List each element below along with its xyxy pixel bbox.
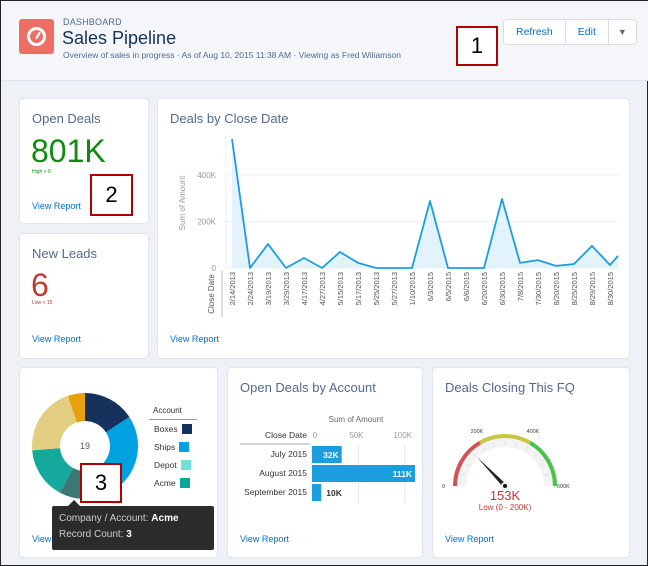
callout-1: 1 [456,26,498,66]
open-deals-by-account-card: Open Deals by Account Sum of Amount Close… [227,367,423,558]
category-label: September 2015 [244,487,307,497]
x-tick-label: 7/30/2015 [534,272,543,305]
legend-swatch [179,478,190,488]
deals-closing-card: Deals Closing This FQ 0 200K 400K 600K 153K… [432,367,630,558]
y-tick-label: 0 [212,264,217,273]
donut-center-total: 19 [80,441,90,451]
open-deals-view-report-link[interactable]: View Report [32,201,81,211]
x-tick-label: 5/27/2013 [390,272,399,305]
new-leads-value: 6 [31,267,49,303]
legend-divider [149,419,197,420]
x-tick-label: 8/29/2015 [588,272,597,305]
header-subtitle: Overview of sales in progress · As of Au… [63,50,401,60]
tooltip-value-count: 3 [126,529,132,540]
legend-label: Boxes [154,424,178,434]
bar-value-label: 111K [393,469,413,479]
x-axis-title: Sum of Amount [329,415,384,424]
more-actions-dropdown[interactable]: ▼ [609,20,636,44]
legend-item-depot[interactable]: Depot [154,460,191,470]
deals-by-close-date-card: Deals by Close Date 0 200K 400K Sum of Amou… [157,98,630,359]
y-tick-label: 200K [197,218,216,227]
legend-label: Acme [154,478,176,488]
gauge-needle [477,457,507,488]
x-tick-label: 5/17/2013 [354,272,363,305]
x-axis-title: Close Date [207,274,216,314]
tooltip-value-account: Acme [151,513,179,524]
x-tick-label: 8/25/2015 [570,272,579,305]
legend-item-ships[interactable]: Ships [154,442,190,452]
donut-tooltip: Company / Account: Acme Record Count: 3 [52,500,214,550]
x-tick-label: 8/30/2015 [606,272,615,305]
new-leads-view-report-link[interactable]: View Report [32,334,81,344]
dashboard-header: DASHBOARD Sales Pipeline Overview of sal… [1,1,648,81]
header-kicker: DASHBOARD [63,17,122,27]
donut-slice-segment-5 [32,395,77,451]
gauge-tick-label: 200K [471,429,484,435]
gauge-value: 153K [489,488,521,503]
bar-value-label: 32K [323,450,339,460]
x-tick-label: 1/10/2015 [408,272,417,305]
open-deals-by-account-view-report-link[interactable]: View Report [240,534,289,544]
dashboard-app-icon [19,19,54,54]
header-button-group: Refresh Edit ▼ [503,19,637,45]
category-label: August 2015 [259,468,307,478]
x-tick-label: 2/24/2013 [246,272,255,305]
new-leads-title: New Leads [32,246,98,261]
x-tick-label: 100K [393,431,412,440]
x-tick-label: 4/27/2013 [318,272,327,305]
x-tick-label: 6/30/2015 [498,272,507,305]
x-tick-label: 8/20/2015 [552,272,561,305]
x-tick-label: 50K [349,431,364,440]
x-tick-label: 6/20/2015 [480,272,489,305]
x-tick-label: 5/15/2013 [336,272,345,305]
edit-button[interactable]: Edit [566,20,609,44]
donut-legend-title: Account [153,406,182,415]
line-chart: 0 200K 400K Sum of Amount Close Date 2/14/201… [178,137,620,317]
x-tick-label: 3/29/2013 [282,272,291,305]
legend-swatch [181,424,192,434]
callout-2: 2 [90,174,133,216]
open-deals-value: 801K [31,133,106,169]
y-tick-label: 400K [197,171,216,180]
x-tick-label: 2/14/2013 [228,272,237,305]
deals-closing-view-report-link[interactable]: View Report [445,534,494,544]
y-axis-title: Sum of Amount [178,175,187,230]
category-label: July 2015 [271,449,308,459]
new-leads-threshold: Low < 15 [32,300,53,306]
refresh-button[interactable]: Refresh [504,20,566,44]
deals-closing-title: Deals Closing This FQ [445,380,575,395]
open-deals-title: Open Deals [32,111,101,126]
x-tick-label: 6/6/2015 [462,272,471,301]
legend-label: Ships [154,442,176,452]
x-tick-label: 4/17/2013 [300,272,309,305]
legend-label: Depot [154,460,177,470]
chevron-down-icon: ▼ [617,27,627,37]
x-tick-label: 6/3/2015 [426,272,435,301]
x-tick-label: 3/19/2013 [264,272,273,305]
bar [312,484,322,501]
legend-item-acme[interactable]: Acme [154,478,190,488]
bar-chart: Sum of Amount Close Date 0 50K 100K July 2015… [240,415,415,503]
gauge-band-label: Low (0 - 200K) [478,503,532,512]
y-axis-title: Close Date [265,430,307,440]
legend-swatch [180,460,191,470]
bar-value-label: 10K [326,488,342,498]
x-tick-label: 5/25/2013 [372,272,381,305]
legend-swatch [179,442,190,452]
gauge-icon [27,27,46,46]
open-deals-threshold: High > 0 [32,169,51,175]
tooltip-label-count: Record Count: [59,529,124,540]
x-tick-label: 7/8/2015 [516,272,525,301]
new-leads-card: New Leads 6 Low < 15 View Report [19,233,149,359]
area-fill [232,138,618,268]
x-tick-label: 6/5/2015 [444,272,453,301]
callout-3: 3 [80,463,122,503]
deals-by-close-date-view-report-link[interactable]: View Report [170,334,219,344]
page-title: Sales Pipeline [62,28,177,48]
x-tick-label: 0 [313,431,318,440]
gauge-tick-label: 400K [527,429,540,435]
legend-item-boxes[interactable]: Boxes [154,424,192,434]
tooltip-label-account: Company / Account: [59,513,149,524]
